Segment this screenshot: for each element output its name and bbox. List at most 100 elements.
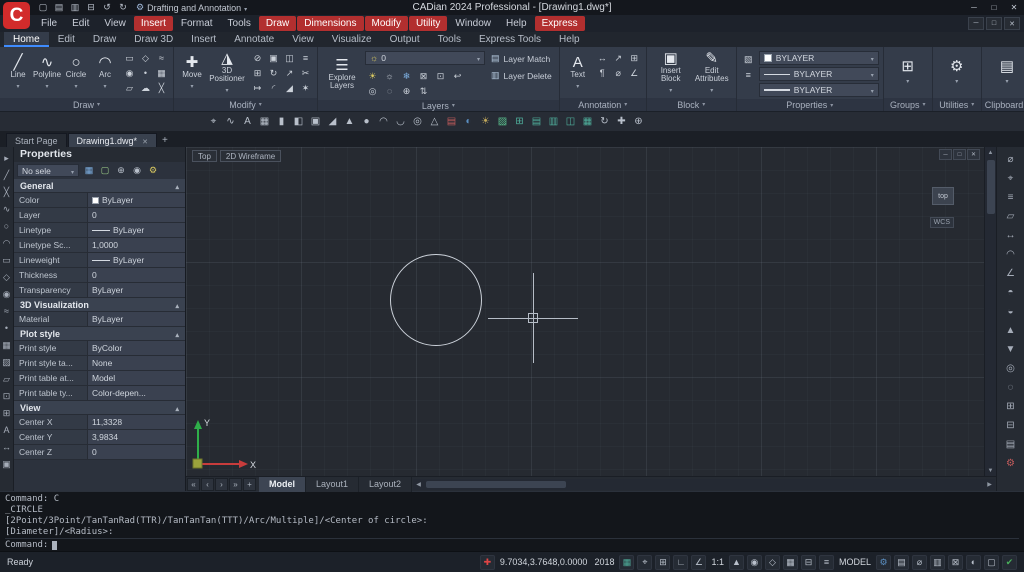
status-ok-icon[interactable]: ✔ — [1002, 555, 1017, 570]
maximize-button[interactable]: □ — [984, 0, 1004, 15]
panel-label[interactable]: Groups — [884, 98, 932, 111]
polygon-icon[interactable]: ◇ — [0, 269, 13, 285]
property-value[interactable]: 1,0000 — [88, 238, 185, 253]
text-tool-icon[interactable]: A — [240, 114, 255, 130]
property-value[interactable]: ByColor — [88, 341, 185, 356]
sheet-set-icon[interactable]: ▥ — [546, 114, 561, 130]
viewport-view-control[interactable]: Top — [192, 150, 217, 162]
markup-icon[interactable]: ◫ — [563, 114, 578, 130]
polyline-icon[interactable]: ∿ — [0, 201, 13, 217]
quick-select-icon[interactable]: ▦ — [82, 164, 96, 178]
ortho-icon[interactable]: ∟ — [673, 555, 688, 570]
child-restore-button[interactable]: □ — [986, 17, 1002, 30]
layer-on-icon[interactable]: ☀ — [365, 69, 380, 83]
pyramid-icon[interactable]: △ — [427, 114, 442, 130]
linear-dimension-icon[interactable]: ↔ — [595, 51, 610, 65]
workspace-icon[interactable]: ⚙ — [876, 555, 891, 570]
torus-icon[interactable]: ◎ — [410, 114, 425, 130]
mesh-icon[interactable]: ▤ — [444, 114, 459, 130]
distance-icon[interactable]: ⌖ — [206, 114, 221, 130]
lock-ui-icon[interactable]: ⊠ — [948, 555, 963, 570]
move-up-icon[interactable]: ▲ — [1002, 321, 1020, 339]
layout-tab[interactable]: Layout1 — [306, 477, 359, 492]
scrollbar-thumb[interactable] — [426, 481, 566, 488]
rotate-icon[interactable]: ↻ — [266, 66, 281, 80]
ribbon-tab[interactable]: Express Tools — [470, 32, 550, 47]
scroll-up-icon[interactable]: ▲ — [985, 147, 997, 158]
document-tab[interactable]: Start Page — [6, 133, 67, 147]
osnap-icon[interactable]: ◇ — [765, 555, 780, 570]
match-properties-icon[interactable]: ▧ — [741, 52, 756, 66]
3d-face-icon[interactable]: ◧ — [291, 114, 306, 130]
ribbon-tab[interactable]: Annotate — [225, 32, 283, 47]
layer-lock-icon[interactable]: ⊠ — [416, 69, 431, 83]
menu-item[interactable]: Utility — [409, 16, 447, 31]
box-icon[interactable]: ▣ — [308, 114, 323, 130]
clean-screen-icon[interactable]: ▢ — [984, 555, 999, 570]
polar-icon[interactable]: ∠ — [691, 555, 706, 570]
view-cube[interactable]: top — [932, 187, 954, 205]
model-indicator[interactable]: MODEL — [837, 555, 873, 570]
draw-order-front-icon[interactable]: ◓ — [1002, 283, 1020, 301]
property-value[interactable]: 11,3328 — [88, 415, 185, 430]
group-icon[interactable]: ⊞ — [1002, 397, 1020, 415]
app-logo[interactable]: C — [3, 2, 30, 29]
array-icon[interactable]: ⊞ — [250, 66, 265, 80]
polygon-icon[interactable]: ◇ — [138, 51, 153, 65]
ribbon-tab[interactable]: Tools — [429, 32, 470, 47]
edit-attributes-button[interactable]: ✎ Edit Attributes — [692, 49, 732, 96]
list-icon[interactable]: ≡ — [1002, 188, 1020, 206]
workspace-switcher[interactable]: ⚙ Drafting and Annotation — [130, 2, 253, 13]
groups-button[interactable]: ⊞ — [888, 59, 928, 86]
command-input-row[interactable]: Command: — [5, 538, 1019, 551]
color-control[interactable]: BYLAYER — [759, 51, 879, 65]
offset-icon[interactable]: ≡ — [298, 51, 313, 65]
block-icon[interactable]: ▣ — [0, 456, 13, 472]
vertical-scrollbar[interactable]: ▲ ▼ — [984, 147, 996, 476]
menu-item[interactable]: Tools — [221, 16, 258, 31]
ribbon-tab[interactable]: View — [283, 32, 323, 47]
drawing-canvas[interactable]: Top 2D Wireframe ─ □ ✕ top — [186, 147, 984, 476]
explore-layers-button[interactable]: ☰ Explore Layers — [322, 49, 362, 98]
scrollbar-thumb[interactable] — [987, 160, 995, 214]
viewport-restore-button[interactable]: □ — [953, 149, 966, 160]
dimension-icon[interactable]: ↔ — [0, 439, 13, 455]
new-document-tab-button[interactable]: + — [158, 134, 172, 147]
layout-tab[interactable]: Layout2 — [359, 477, 412, 492]
section-header-3d-visualization[interactable]: 3D Visualization — [14, 298, 185, 312]
annotation-scale-icon[interactable]: ▲ — [729, 555, 744, 570]
layer-match-button[interactable]: ▤ Layer Match — [488, 51, 555, 66]
layer-isolate-icon[interactable]: ◎ — [365, 84, 380, 98]
close-icon[interactable] — [142, 136, 148, 146]
donut-icon[interactable]: ◉ — [122, 66, 137, 80]
chamfer-icon[interactable]: ◢ — [282, 81, 297, 95]
spline-icon[interactable]: ≈ — [154, 51, 169, 65]
point-icon[interactable]: • — [0, 320, 13, 336]
property-value[interactable]: ByLayer — [88, 253, 185, 268]
menu-item[interactable]: Format — [174, 16, 220, 31]
diameter-dimension-icon[interactable]: ⌀ — [611, 66, 626, 80]
property-value[interactable]: 0 — [88, 208, 185, 223]
text-icon[interactable]: A — [0, 422, 13, 438]
panel-label-modify[interactable]: Modify — [174, 98, 317, 111]
panel-label-annotation[interactable]: Annotation — [560, 98, 646, 111]
arc-icon[interactable]: ◠ — [0, 235, 13, 251]
clipboard-button[interactable]: ▤ — [987, 59, 1024, 86]
erase-icon[interactable]: ⊘ — [250, 51, 265, 65]
property-value[interactable]: None — [88, 356, 185, 371]
angle-icon[interactable]: ∠ — [1002, 264, 1020, 282]
panel-label-layers[interactable]: Layers — [318, 100, 559, 111]
linetype-control[interactable]: BYLAYER — [759, 67, 879, 81]
fillet-icon[interactable]: ◜ — [266, 81, 281, 95]
rectangle-icon[interactable]: ▭ — [122, 51, 137, 65]
polyline-button[interactable]: ∿ Polyline — [33, 49, 61, 96]
dome-icon[interactable]: ◠ — [376, 114, 391, 130]
solid-fill-icon[interactable]: ▮ — [274, 114, 289, 130]
property-list-icon[interactable]: ≡ — [741, 68, 756, 82]
region-icon[interactable]: ⊡ — [0, 388, 13, 404]
property-value[interactable]: ByLayer — [88, 193, 185, 208]
menu-item[interactable]: Insert — [134, 16, 173, 31]
orbit-icon[interactable]: ↻ — [597, 114, 612, 130]
toggle-pickadd-icon[interactable]: ⊕ — [114, 164, 128, 178]
scroll-down-icon[interactable]: ▼ — [985, 465, 997, 476]
